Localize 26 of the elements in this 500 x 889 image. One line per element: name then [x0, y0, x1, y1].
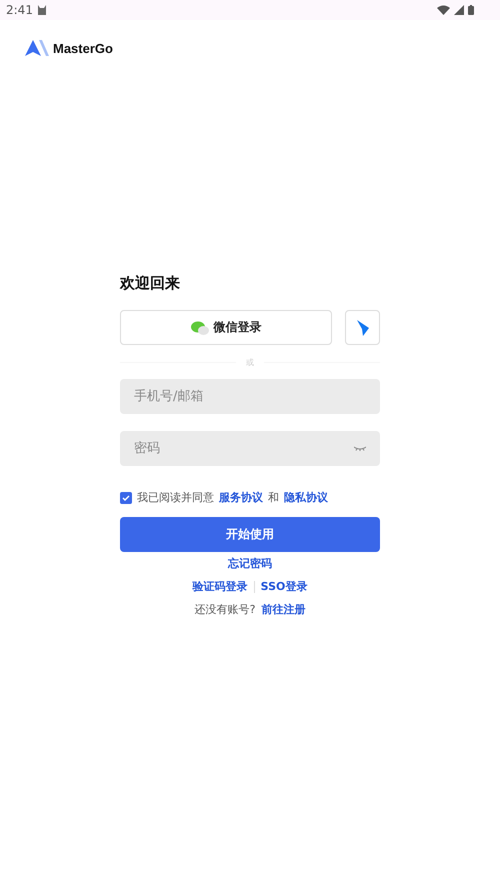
wechat-login-button[interactable]: 微信登录 — [120, 310, 332, 345]
wechat-icon — [190, 320, 208, 334]
hidden-eye-icon[interactable] — [354, 446, 366, 451]
account-field[interactable]: 手机号/邮箱 — [120, 379, 380, 414]
code-login-link[interactable]: 验证码登录 — [192, 579, 248, 594]
welcome-title: 欢迎回来 — [120, 274, 181, 294]
wifi-icon — [437, 5, 450, 15]
start-button[interactable]: 开始使用 — [120, 517, 380, 552]
signup-link[interactable]: 前往注册 — [261, 602, 306, 617]
joiner-text: 和 — [268, 490, 279, 505]
privacy-link[interactable]: 隐私协议 — [284, 490, 328, 505]
battery-icon — [468, 5, 474, 15]
agreement-checkbox[interactable] — [120, 492, 132, 504]
logo-icon — [25, 40, 49, 56]
signup-prompt: 还没有账号? — [194, 602, 256, 617]
sso-login-link[interactable]: SSO登录 — [260, 579, 308, 594]
status-time: 2:41 — [6, 3, 33, 17]
terms-link[interactable]: 服务协议 — [219, 490, 263, 505]
password-field[interactable]: 密码 — [120, 431, 380, 466]
lark-login-button[interactable] — [345, 310, 380, 345]
forgot-password-link[interactable]: 忘记密码 — [228, 556, 272, 571]
bird-icon — [356, 320, 368, 336]
checkmark-icon — [122, 494, 130, 502]
signal-icon — [454, 5, 464, 15]
agreement-text: 我已阅读并同意 — [137, 490, 214, 505]
brand-name: MasterGo — [53, 40, 113, 56]
